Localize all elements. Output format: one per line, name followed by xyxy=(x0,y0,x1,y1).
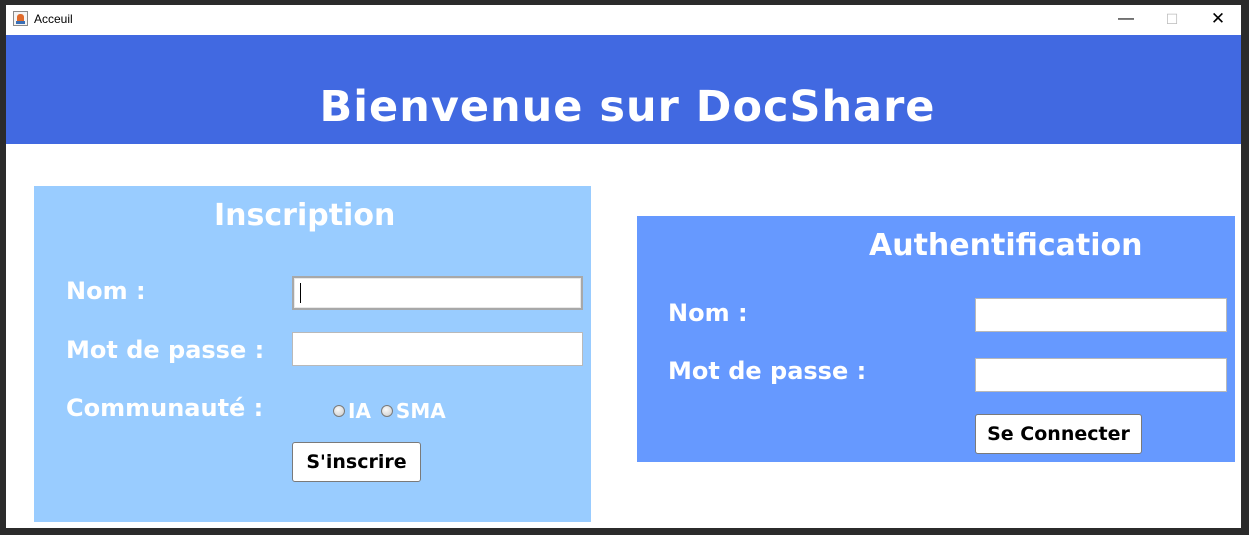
text-caret xyxy=(300,283,301,303)
authentification-panel: Authentification Nom : Mot de passe : Se… xyxy=(637,216,1235,462)
radio-ia-label[interactable]: IA xyxy=(348,399,371,423)
community-label: Communauté : xyxy=(66,394,264,422)
inscription-name-field[interactable] xyxy=(292,276,583,310)
connect-button[interactable]: Se Connecter xyxy=(975,414,1142,454)
community-radio-group: IA SMA xyxy=(333,399,456,423)
auth-name-label: Nom : xyxy=(668,299,748,327)
title-bar[interactable]: Acceuil — ☐ ✕ xyxy=(6,5,1241,35)
window-title: Acceuil xyxy=(34,12,73,26)
radio-sma-label[interactable]: SMA xyxy=(396,399,446,423)
java-app-icon xyxy=(13,11,28,26)
page-title: Bienvenue sur DocShare xyxy=(319,82,936,132)
auth-password-field[interactable] xyxy=(975,358,1227,392)
header-banner: Bienvenue sur DocShare xyxy=(6,35,1241,144)
radio-ia[interactable] xyxy=(333,405,345,417)
maximize-button[interactable]: ☐ xyxy=(1149,5,1195,35)
inscription-panel: Inscription Nom : Mot de passe : Communa… xyxy=(34,186,591,522)
inscription-name-label: Nom : xyxy=(66,277,146,305)
auth-password-label: Mot de passe : xyxy=(668,357,867,385)
radio-sma[interactable] xyxy=(380,405,393,417)
inscription-password-label: Mot de passe : xyxy=(66,336,265,364)
authentification-title: Authentification xyxy=(869,228,1143,263)
app-window: Acceuil — ☐ ✕ Bienvenue sur DocShare Ins… xyxy=(6,5,1241,528)
minimize-button[interactable]: — xyxy=(1103,5,1149,35)
close-button[interactable]: ✕ xyxy=(1195,5,1241,35)
inscription-password-field[interactable] xyxy=(292,332,583,366)
auth-name-field[interactable] xyxy=(975,298,1227,332)
inscription-submit-button[interactable]: S'inscrire xyxy=(292,442,421,482)
inscription-title: Inscription xyxy=(214,198,396,233)
